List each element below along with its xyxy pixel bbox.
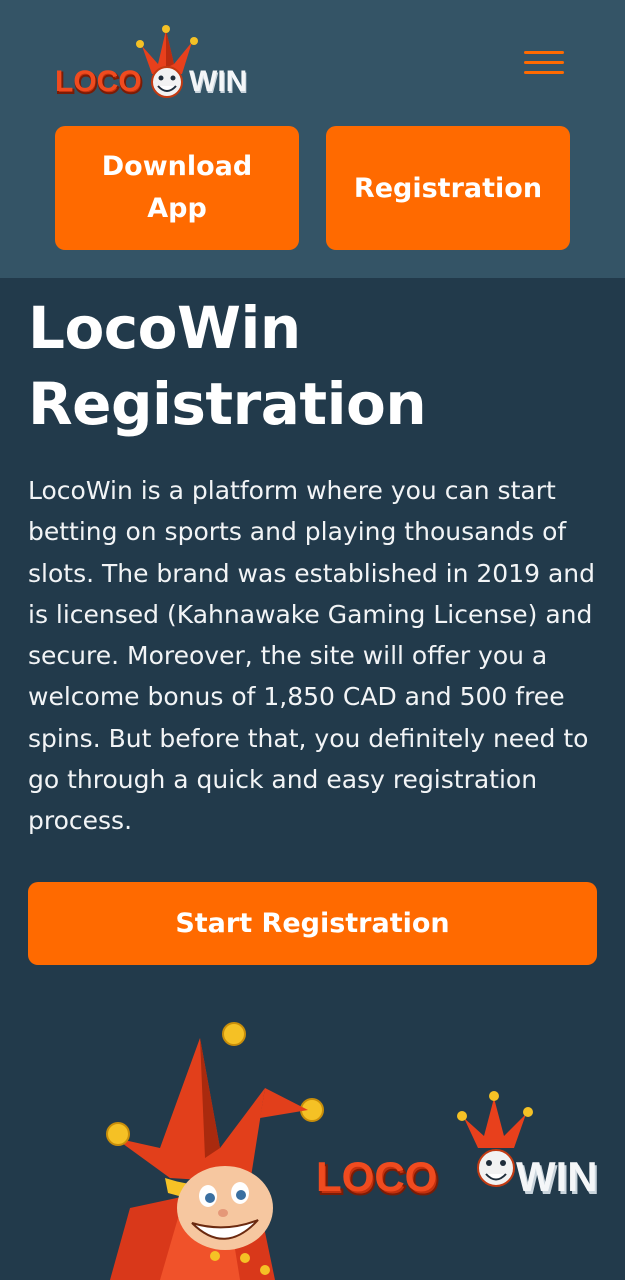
svg-text:WIN: WIN — [189, 65, 247, 98]
locowin-logo-large: LOCO LOCO WIN WIN — [316, 1091, 600, 1204]
page-title: LocoWin Registration — [28, 294, 427, 438]
svg-text:LOCO: LOCO — [316, 1153, 437, 1200]
download-app-button[interactable]: Download App — [55, 126, 299, 250]
site-header: LOCO LOCO WIN WIN Download App Registrat… — [0, 0, 625, 278]
svg-text:WIN: WIN — [516, 1153, 598, 1200]
menu-line — [524, 51, 564, 54]
intro-paragraph: LocoWin is a platform where you can star… — [28, 476, 595, 836]
menu-line — [524, 71, 564, 74]
menu-line — [524, 61, 564, 64]
start-registration-button[interactable]: Start Registration — [28, 882, 597, 965]
locowin-logo[interactable]: LOCO LOCO WIN WIN — [54, 24, 270, 104]
svg-text:LOCO: LOCO — [55, 65, 142, 98]
hamburger-menu-icon[interactable] — [520, 48, 568, 80]
jester-mascot-illustration: LOCO LOCO WIN WIN — [106, 1022, 600, 1280]
registration-button[interactable]: Registration — [326, 126, 570, 250]
